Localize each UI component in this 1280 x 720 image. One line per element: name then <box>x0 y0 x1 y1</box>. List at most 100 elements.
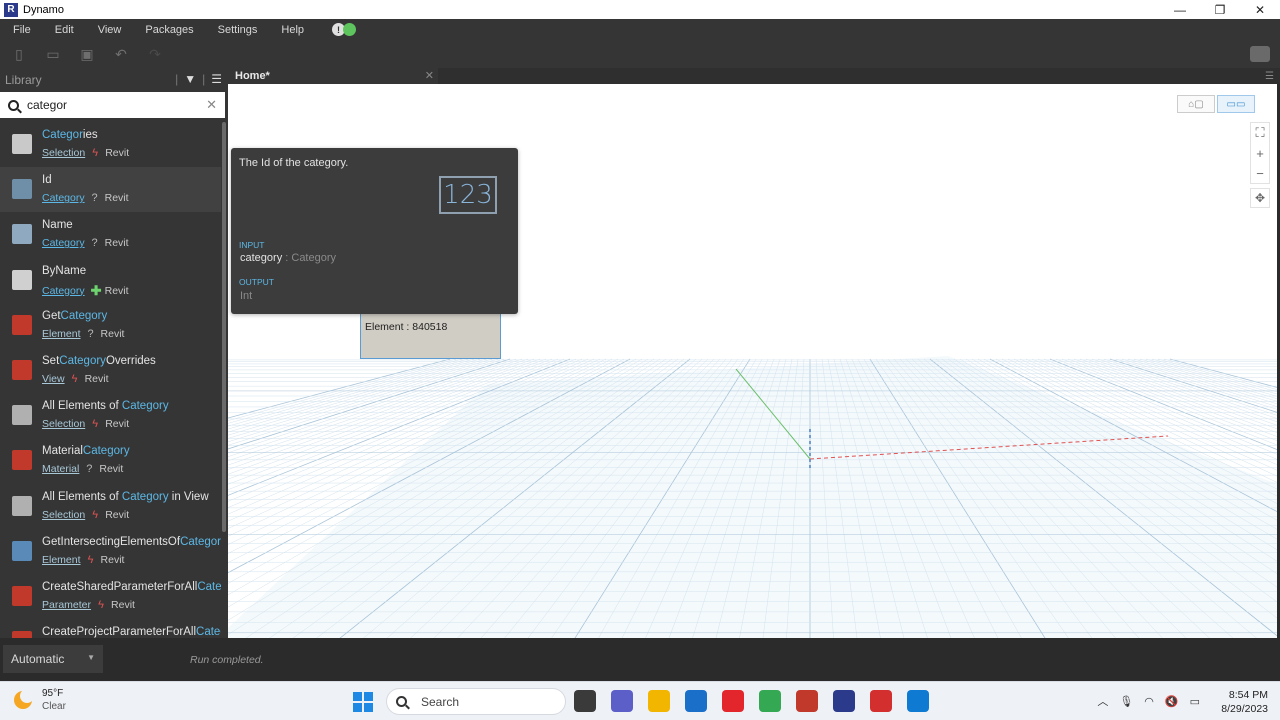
close-tab-icon[interactable]: ✕ <box>425 69 434 82</box>
library-item-category[interactable]: Selection <box>42 147 85 159</box>
save-icon[interactable]: ▣ <box>70 40 104 68</box>
clock-date: 8/29/2023 <box>1221 703 1268 715</box>
node-type-icon <box>12 179 32 200</box>
library-item-category[interactable]: Selection <box>42 418 85 430</box>
library-item-category[interactable]: View <box>42 373 65 385</box>
node-type-icon <box>12 405 32 426</box>
action-icon: ϟ <box>71 372 78 385</box>
photos-icon[interactable] <box>907 690 929 712</box>
menu-help[interactable]: Help <box>269 24 316 36</box>
menu-file[interactable]: File <box>0 24 43 36</box>
create-icon: ✚ <box>90 282 102 298</box>
revit-icon[interactable] <box>833 690 855 712</box>
tooltip-input-label: INPUT <box>239 240 265 250</box>
acrobat-icon[interactable] <box>870 690 892 712</box>
clear-search-icon[interactable]: ✕ <box>206 97 217 113</box>
dynamo-app-icon: R <box>4 2 18 17</box>
library-item-category[interactable]: Category <box>42 285 85 297</box>
library-results-list: Categories Selection ϟ Revit Id Category? Revi… <box>0 122 221 638</box>
library-item[interactable]: Id Category? Revit <box>0 167 221 213</box>
workspace-canvas[interactable]: ⌂▢ ▭▭ ⛶ + − ✥ Element : 840518 The Id of… <box>228 84 1277 638</box>
workspace-menu-icon[interactable]: ☰ <box>1265 71 1274 82</box>
library-item[interactable]: ByName Category ✚ Revit <box>0 258 221 303</box>
library-item-category[interactable]: Element <box>42 554 81 566</box>
library-item[interactable]: GetCategory Element? Revit <box>0 303 221 348</box>
chrome-icon[interactable] <box>759 690 781 712</box>
library-item[interactable]: CreateSharedParameterForAllCateg Paramete… <box>0 574 221 619</box>
camera-icon[interactable] <box>1250 46 1270 62</box>
windows-start-icon[interactable] <box>353 692 373 712</box>
name-match: Category <box>59 354 106 367</box>
list-view-icon[interactable]: ☰ <box>211 72 222 86</box>
menu-view[interactable]: View <box>86 24 134 36</box>
file-explorer-icon[interactable] <box>574 690 596 712</box>
library-item-category[interactable]: Material <box>42 463 79 475</box>
library-item[interactable]: All Elements of Category in View Selectio… <box>0 484 221 529</box>
name-match: Category <box>121 490 169 503</box>
notification-status[interactable]: ! <box>332 23 357 36</box>
node-type-icon <box>12 540 32 561</box>
chevron-up-icon[interactable]: ︿ <box>1097 693 1108 709</box>
tooltip-output-type: Int <box>240 290 253 302</box>
library-item[interactable]: SetCategoryOverrides View ϟ Revit <box>0 348 221 393</box>
undo-icon[interactable]: ↶ <box>104 40 138 68</box>
library-item[interactable]: GetIntersectingElementsOfCategor Element ϟ… <box>0 529 221 574</box>
menu-settings[interactable]: Settings <box>206 24 270 36</box>
battery-icon[interactable]: ▭ <box>1190 695 1200 708</box>
library-item[interactable]: MaterialCategory Material? Revit <box>0 438 221 483</box>
store-icon[interactable] <box>685 690 707 712</box>
library-item-package: Revit <box>100 553 125 566</box>
redo-icon[interactable]: ↷ <box>138 40 172 68</box>
opera-icon[interactable] <box>722 690 744 712</box>
close-button[interactable]: ✕ <box>1240 0 1280 19</box>
new-file-icon[interactable]: ▯ <box>2 40 36 68</box>
library-item-category[interactable]: Category <box>42 192 85 204</box>
folder-icon[interactable] <box>648 690 670 712</box>
zoom-in-icon[interactable]: + <box>1251 143 1269 163</box>
menu-edit[interactable]: Edit <box>43 24 86 36</box>
teams-icon[interactable] <box>611 690 633 712</box>
library-search-input[interactable] <box>27 98 197 112</box>
wifi-icon[interactable]: ◠ <box>1144 695 1154 708</box>
library-scrollbar[interactable] <box>222 122 226 532</box>
library-item-category[interactable]: Parameter <box>42 599 91 611</box>
zoom-to-fit-icon[interactable]: ⛶ <box>1251 123 1269 143</box>
microphone-icon[interactable]: 🎙 <box>1119 695 1133 708</box>
library-item-category[interactable]: Selection <box>42 509 85 521</box>
window-title: Dynamo <box>23 3 64 16</box>
name-part: GetIntersectingElementsOf <box>42 535 181 548</box>
filter-icon[interactable]: ▼ <box>184 72 196 86</box>
node-type-icon <box>12 585 32 606</box>
library-item[interactable]: All Elements of Category Selection ϟ Revit <box>0 393 221 438</box>
library-item-category[interactable]: Category <box>42 237 85 249</box>
volume-muted-icon[interactable]: 🔇 <box>1165 695 1179 708</box>
zoom-out-icon[interactable]: − <box>1251 163 1269 183</box>
weather-widget[interactable]: 95°F Clear <box>14 687 66 713</box>
name-part: in View <box>168 490 209 503</box>
pan-icon[interactable]: ✥ <box>1250 188 1270 208</box>
windows-taskbar: 95°F Clear Search ︿ 🎙 ◠ 🔇 ▭ 8:54 PM 8/29… <box>0 681 1280 720</box>
name-part: Get <box>42 309 61 322</box>
minimize-button[interactable]: — <box>1160 0 1200 19</box>
camera-app-icon[interactable] <box>796 690 818 712</box>
graph-view-toggle-icon[interactable]: ▭▭ <box>1217 95 1255 113</box>
library-item-package: Revit <box>111 598 135 611</box>
library-item[interactable]: Name Category? Revit <box>0 212 221 257</box>
background-preview-toggle-icon[interactable]: ⌂▢ <box>1177 95 1215 113</box>
run-mode-select[interactable]: Automatic ▼ <box>3 645 103 673</box>
library-item[interactable]: CreateProjectParameterForAllCategParamet… <box>0 619 221 638</box>
menu-packages[interactable]: Packages <box>133 24 205 36</box>
library-item-category[interactable]: Element <box>42 328 81 340</box>
system-tray: ︿ 🎙 ◠ 🔇 ▭ <box>1086 693 1200 709</box>
open-file-icon[interactable]: ▭ <box>36 40 70 68</box>
library-item[interactable]: Categories Selection ϟ Revit <box>0 122 221 167</box>
library-item-package: Revit <box>105 508 130 521</box>
library-search[interactable]: ✕ <box>0 92 225 118</box>
tab-home[interactable]: Home* ✕ <box>228 68 438 84</box>
action-icon: ϟ <box>98 598 104 611</box>
node-type-icon <box>12 224 32 245</box>
taskbar-search[interactable]: Search <box>386 688 566 715</box>
taskbar-clock[interactable]: 8:54 PM 8/29/2023 <box>1221 688 1268 716</box>
maximize-button[interactable]: ❐ <box>1200 0 1240 19</box>
chevron-down-icon: ▼ <box>87 653 95 662</box>
